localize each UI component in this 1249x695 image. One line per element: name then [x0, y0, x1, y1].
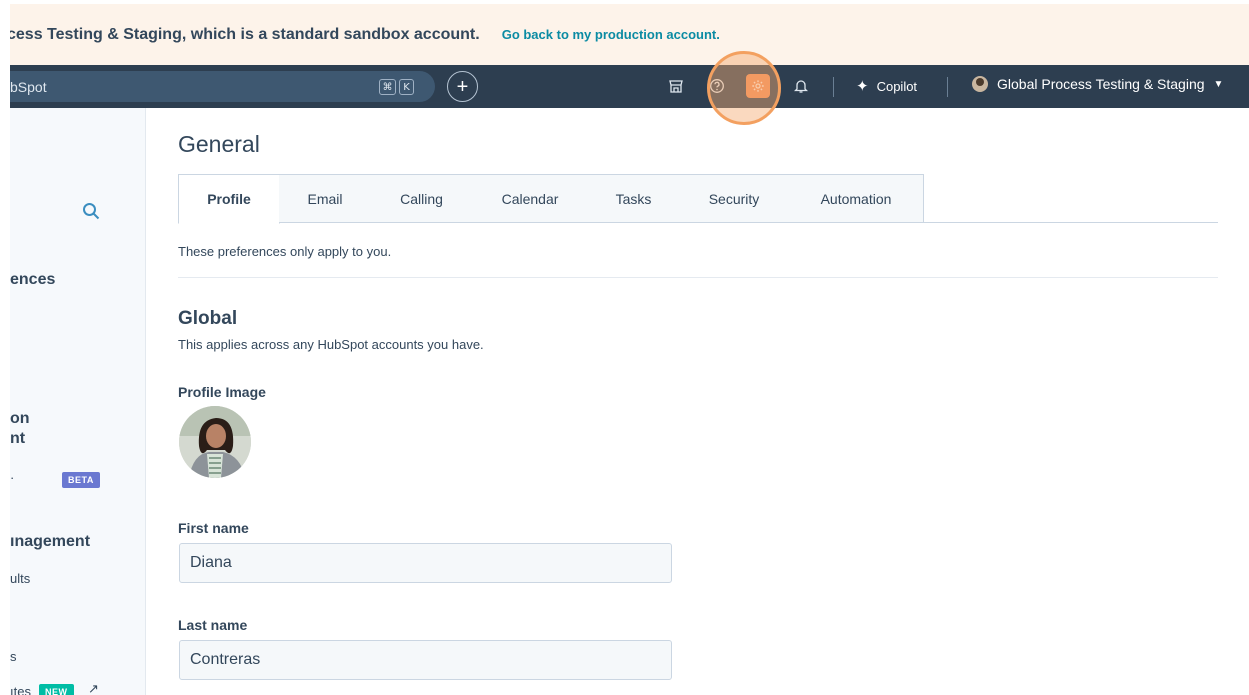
sparkle-icon: ✦	[856, 78, 869, 95]
tab-profile[interactable]: Profile	[178, 174, 280, 224]
search-icon[interactable]	[82, 202, 100, 226]
tab-automation[interactable]: Automation	[789, 174, 924, 223]
settings-icon	[752, 80, 764, 92]
tab-email[interactable]: Email	[279, 174, 372, 223]
tab-calendar[interactable]: Calendar	[472, 174, 589, 223]
sidebar-item-defaults[interactable]: ults	[10, 571, 30, 586]
nav-divider	[947, 77, 948, 97]
nav-divider	[833, 77, 834, 97]
global-section-title: Global	[178, 308, 238, 329]
account-switcher[interactable]: Global Process Testing & Staging ▼	[972, 76, 1223, 92]
notifications-icon[interactable]	[791, 76, 811, 96]
sidebar-item-beta[interactable]: ·	[10, 470, 14, 485]
sidebar-item-s[interactable]: s	[10, 649, 17, 664]
beta-badge: BETA	[62, 472, 100, 488]
last-name-field[interactable]: Contreras	[179, 640, 672, 680]
banner-text: cess Testing & Staging, which is a stand…	[10, 25, 480, 43]
first-name-field[interactable]: Diana	[179, 543, 672, 583]
preferences-note: These preferences only apply to you.	[178, 244, 392, 259]
profile-image[interactable]	[179, 406, 251, 478]
main-content: General Profile Email Calling Calendar T…	[146, 108, 1249, 695]
last-name-label: Last name	[178, 617, 248, 633]
top-nav: bSpot ⌘ K + ✦ Copilot Global Process Tes…	[10, 65, 1249, 108]
account-avatar	[972, 76, 988, 92]
external-link-icon: ↗	[88, 681, 99, 695]
sidebar-heading-management[interactable]: ınagement	[10, 533, 90, 551]
settings-sidebar: ences on nt · BETA ınagement ults s ıtes…	[10, 108, 146, 695]
help-icon[interactable]	[707, 76, 727, 96]
settings-tabs: Profile Email Calling Calendar Tasks Sec…	[178, 174, 1218, 224]
sandbox-banner: cess Testing & Staging, which is a stand…	[10, 0, 1249, 65]
tab-calling[interactable]: Calling	[371, 174, 473, 223]
copilot-button[interactable]: ✦ Copilot	[856, 77, 917, 95]
left-gutter	[0, 0, 10, 695]
create-new-button[interactable]: +	[447, 71, 478, 102]
marketplace-icon[interactable]	[666, 76, 686, 96]
k-key-icon: K	[399, 79, 414, 95]
command-key-icon: ⌘	[379, 79, 396, 95]
tab-tasks[interactable]: Tasks	[588, 174, 680, 223]
sidebar-item-tes[interactable]: ıtes	[10, 684, 31, 695]
account-name: Global Process Testing & Staging	[997, 76, 1205, 92]
first-name-label: First name	[178, 520, 249, 536]
first-name-value: Diana	[190, 554, 232, 571]
sidebar-heading-nt[interactable]: nt	[10, 430, 25, 448]
tab-security[interactable]: Security	[679, 174, 790, 223]
settings-button[interactable]	[746, 74, 770, 98]
production-account-link[interactable]: Go back to my production account.	[502, 27, 720, 42]
profile-image-label: Profile Image	[178, 384, 266, 400]
global-search-input[interactable]: bSpot ⌘ K	[10, 71, 435, 102]
new-badge: NEW	[39, 684, 74, 695]
sidebar-heading-on[interactable]: on	[10, 410, 30, 428]
page-title: General	[178, 131, 260, 157]
last-name-value: Contreras	[190, 651, 261, 668]
copilot-label: Copilot	[876, 78, 918, 94]
caret-down-icon: ▼	[1213, 78, 1224, 90]
global-section-subtitle: This applies across any HubSpot accounts…	[178, 337, 484, 352]
sidebar-heading-preferences[interactable]: ences	[10, 271, 55, 289]
section-divider	[178, 277, 1218, 278]
search-placeholder: bSpot	[10, 78, 47, 95]
